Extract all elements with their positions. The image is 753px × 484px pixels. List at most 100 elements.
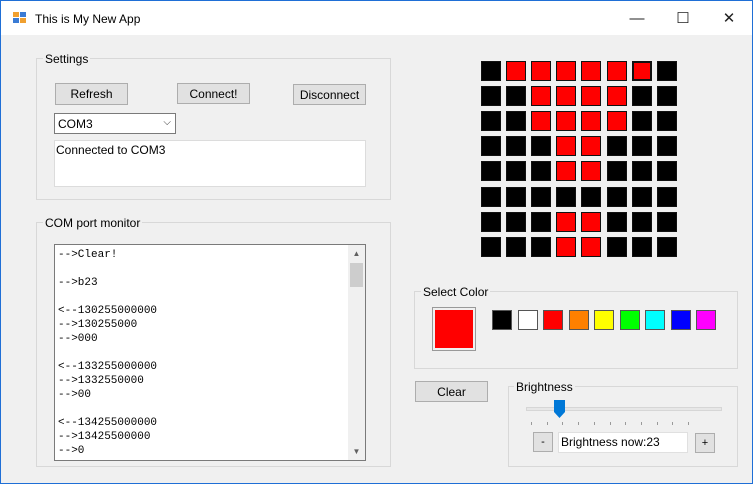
refresh-button[interactable]: Refresh	[55, 83, 128, 105]
led-cell-r6-c4[interactable]	[581, 211, 602, 232]
brightness-minus-button[interactable]: -	[533, 432, 553, 452]
led-cell-r3-c2[interactable]	[531, 136, 552, 157]
clear-button[interactable]: Clear	[415, 381, 488, 402]
selected-color-fill	[435, 310, 473, 348]
led-cell-r4-c4[interactable]	[581, 161, 602, 182]
led-cell-r5-c6[interactable]	[631, 186, 652, 207]
led-cell-r6-c5[interactable]	[606, 211, 627, 232]
led-cell-r3-c4[interactable]	[581, 136, 602, 157]
slider-tick	[640, 422, 642, 425]
led-cell-r2-c6[interactable]	[631, 111, 652, 132]
led-cell-r4-c2[interactable]	[531, 161, 552, 182]
led-cell-r5-c3[interactable]	[556, 186, 577, 207]
led-cell-r5-c2[interactable]	[531, 186, 552, 207]
color-swatch-black[interactable]	[492, 310, 512, 330]
color-swatch-red[interactable]	[543, 310, 563, 330]
led-cell-r2-c4[interactable]	[581, 111, 602, 132]
title-bar[interactable]: This is My New App — ☐ ✕	[1, 1, 752, 35]
monitor-line	[55, 262, 365, 276]
led-cell-r7-c1[interactable]	[506, 236, 527, 257]
led-cell-r6-c2[interactable]	[531, 211, 552, 232]
led-cell-r0-c2[interactable]	[531, 61, 552, 81]
led-cell-r0-c6[interactable]	[631, 61, 652, 81]
led-cell-r3-c1[interactable]	[506, 136, 527, 157]
scroll-down-icon[interactable]: ▼	[348, 443, 365, 460]
led-cell-r1-c2[interactable]	[531, 86, 552, 107]
com-monitor-group-label: COM port monitor	[43, 216, 143, 230]
led-cell-r6-c6[interactable]	[631, 211, 652, 232]
com-port-select[interactable]: COM3 ⌵	[54, 113, 176, 134]
led-cell-r4-c6[interactable]	[631, 161, 652, 182]
color-swatch-cyan[interactable]	[645, 310, 665, 330]
led-cell-r7-c7[interactable]	[656, 236, 677, 257]
connect-button[interactable]: Connect!	[177, 83, 250, 104]
led-cell-r2-c1[interactable]	[506, 111, 527, 132]
led-cell-r0-c5[interactable]	[606, 61, 627, 81]
led-cell-r6-c3[interactable]	[556, 211, 577, 232]
led-cell-r0-c4[interactable]	[581, 61, 602, 81]
disconnect-button[interactable]: Disconnect	[293, 84, 366, 105]
led-cell-r3-c5[interactable]	[606, 136, 627, 157]
color-swatch-yellow[interactable]	[594, 310, 614, 330]
led-cell-r4-c7[interactable]	[656, 161, 677, 182]
minimize-icon: —	[629, 9, 645, 27]
led-cell-r3-c0[interactable]	[481, 136, 501, 157]
led-cell-r6-c1[interactable]	[506, 211, 527, 232]
led-cell-r5-c7[interactable]	[656, 186, 677, 207]
led-cell-r1-c5[interactable]	[606, 86, 627, 107]
led-cell-r5-c5[interactable]	[606, 186, 627, 207]
com-monitor-textarea[interactable]: -->Clear! -->b23 <--130255000000 -->1302550…	[54, 244, 366, 461]
led-cell-r0-c0[interactable]	[481, 61, 501, 81]
color-swatch-orange[interactable]	[568, 310, 589, 330]
led-cell-r1-c7[interactable]	[656, 86, 677, 107]
led-cell-r7-c2[interactable]	[531, 236, 552, 257]
scroll-up-icon[interactable]: ▲	[348, 245, 365, 262]
led-cell-r1-c3[interactable]	[556, 86, 577, 107]
monitor-line	[55, 290, 365, 304]
status-textbox[interactable]: Connected to COM3	[54, 140, 366, 187]
led-cell-r1-c0[interactable]	[481, 86, 501, 107]
led-cell-r5-c0[interactable]	[481, 186, 501, 207]
led-cell-r5-c4[interactable]	[581, 186, 602, 207]
led-cell-r0-c3[interactable]	[556, 61, 577, 81]
led-cell-r7-c6[interactable]	[631, 236, 652, 257]
led-cell-r7-c5[interactable]	[606, 236, 627, 257]
brightness-plus-button[interactable]: +	[695, 433, 715, 453]
led-cell-r1-c6[interactable]	[631, 86, 652, 107]
led-cell-r1-c1[interactable]	[506, 86, 527, 107]
minimize-button[interactable]: —	[614, 1, 660, 35]
led-cell-r5-c1[interactable]	[506, 186, 527, 207]
led-cell-r3-c7[interactable]	[656, 136, 677, 157]
scroll-thumb[interactable]	[350, 263, 363, 287]
color-swatch-magenta[interactable]	[696, 310, 716, 330]
brightness-group	[508, 386, 738, 467]
close-button[interactable]: ✕	[706, 1, 752, 35]
led-cell-r4-c1[interactable]	[506, 161, 527, 182]
brightness-slider-thumb[interactable]	[554, 400, 566, 418]
color-swatch-green[interactable]	[619, 310, 640, 330]
maximize-button[interactable]: ☐	[660, 1, 706, 35]
led-cell-r4-c3[interactable]	[556, 161, 577, 182]
led-cell-r0-c7[interactable]	[656, 61, 677, 81]
led-cell-r2-c3[interactable]	[556, 111, 577, 132]
led-cell-r7-c0[interactable]	[481, 236, 501, 257]
led-cell-r7-c3[interactable]	[556, 236, 577, 257]
led-cell-r3-c6[interactable]	[631, 136, 652, 157]
slider-tick	[546, 422, 548, 425]
led-cell-r6-c7[interactable]	[656, 211, 677, 232]
monitor-scrollbar[interactable]: ▲ ▼	[348, 245, 365, 460]
led-cell-r0-c1[interactable]	[506, 61, 527, 81]
led-cell-r2-c0[interactable]	[481, 111, 501, 132]
led-cell-r4-c0[interactable]	[481, 161, 501, 182]
com-port-value: COM3	[58, 117, 93, 131]
led-cell-r2-c5[interactable]	[606, 111, 627, 132]
led-cell-r7-c4[interactable]	[581, 236, 602, 257]
led-cell-r4-c5[interactable]	[606, 161, 627, 182]
led-cell-r2-c7[interactable]	[656, 111, 677, 132]
led-cell-r3-c3[interactable]	[556, 136, 577, 157]
color-swatch-blue[interactable]	[670, 310, 691, 330]
led-cell-r2-c2[interactable]	[531, 111, 552, 132]
led-cell-r1-c4[interactable]	[581, 86, 602, 107]
led-cell-r6-c0[interactable]	[481, 211, 501, 232]
color-swatch-white[interactable]	[517, 310, 538, 330]
